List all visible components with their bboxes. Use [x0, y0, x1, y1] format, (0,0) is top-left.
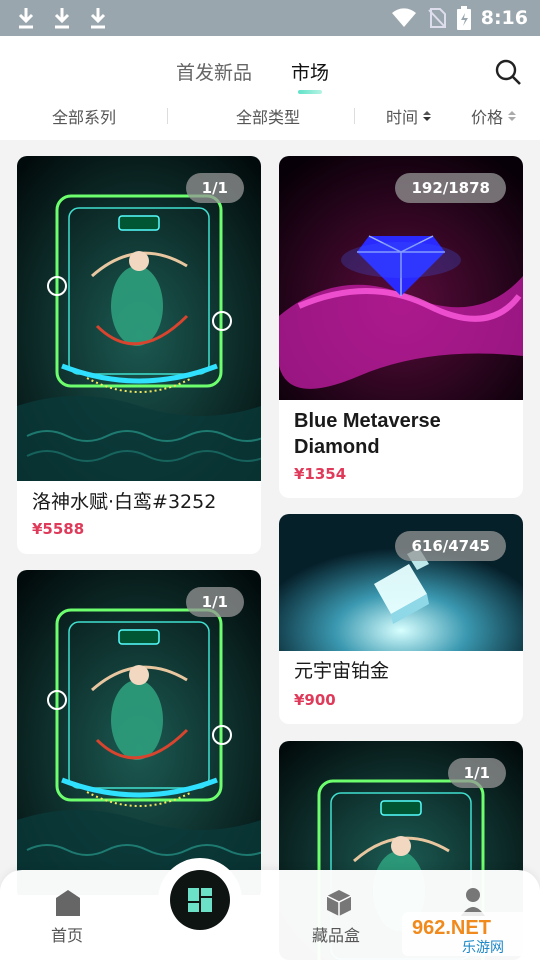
grid-icon: [188, 888, 212, 912]
divider: [354, 108, 355, 124]
wifi-icon: [391, 8, 416, 27]
filter-all-series-label: 全部系列: [52, 108, 117, 127]
nft-card[interactable]: 1/1 洛神水赋·白鸾#3252 ¥5588: [17, 156, 261, 554]
status-bar: 8:16: [0, 0, 540, 36]
nft-artwork-luoshen: 1/1: [17, 156, 261, 481]
site-watermark: 962.NET 乐游网: [400, 908, 534, 958]
tab-new-releases[interactable]: 首发新品: [176, 58, 252, 85]
nft-artwork-diamond: 192/1878: [279, 156, 523, 400]
edition-badge: 616/4745: [395, 531, 506, 561]
watermark-bottom: 乐游网: [462, 940, 504, 956]
card-title: 元宇宙铂金: [294, 660, 390, 682]
status-time: 8:16: [480, 7, 528, 29]
battery-icon: [456, 6, 471, 30]
edition-badge: 192/1878: [395, 173, 506, 203]
divider: [167, 108, 168, 124]
nav-home-label: 首页: [51, 926, 84, 945]
market-fab-button[interactable]: [170, 870, 230, 930]
nft-card[interactable]: 192/1878 Blue Metaverse Diamond ¥1354: [279, 156, 523, 498]
download-icon: [54, 8, 70, 29]
card-title-line2: Diamond: [294, 436, 380, 458]
card-title: 洛神水赋·白鸾#3252: [32, 491, 217, 513]
nft-artwork-platinum: 616/4745: [279, 514, 523, 651]
home-icon: [56, 890, 80, 916]
edition-badge: 1/1: [447, 758, 506, 788]
edition-badge: 1/1: [185, 587, 244, 617]
filter-all-types[interactable]: 全部类型: [236, 104, 300, 128]
download-icon: [18, 8, 34, 29]
download-icon: [90, 8, 106, 29]
sort-time[interactable]: 时间: [386, 104, 432, 128]
sort-price[interactable]: 价格: [471, 104, 517, 128]
nft-card[interactable]: 616/4745 元宇宙铂金 ¥900: [279, 514, 523, 724]
sort-icon: [508, 111, 517, 121]
search-icon[interactable]: [494, 58, 522, 86]
card-price: ¥5588: [32, 520, 85, 538]
nft-artwork-luoshen: 1/1: [17, 570, 261, 895]
active-tab-indicator: [298, 90, 322, 94]
nft-card[interactable]: 1/1: [17, 570, 261, 900]
card-price: ¥1354: [294, 465, 347, 483]
nav-collection-label: 藏品盒: [312, 926, 361, 945]
watermark-top: 962.NET: [412, 917, 491, 939]
card-title-line1: Blue Metaverse: [294, 410, 441, 432]
sort-icon: [423, 111, 432, 121]
tab-market[interactable]: 市场: [291, 58, 329, 85]
filter-all-types-label: 全部类型: [236, 108, 301, 127]
edition-badge: 1/1: [185, 173, 244, 203]
box-icon: [326, 890, 352, 916]
no-sim-icon: [428, 8, 446, 28]
sort-time-label: 时间: [386, 108, 419, 127]
header: 首发新品 市场 全部系列 全部类型 时间 价格: [0, 36, 540, 140]
sort-price-label: 价格: [471, 108, 504, 127]
card-price: ¥900: [294, 691, 336, 709]
nav-home[interactable]: 首页: [40, 880, 96, 954]
filter-all-series[interactable]: 全部系列: [52, 104, 116, 128]
nav-collection-box[interactable]: 藏品盒: [304, 880, 374, 954]
